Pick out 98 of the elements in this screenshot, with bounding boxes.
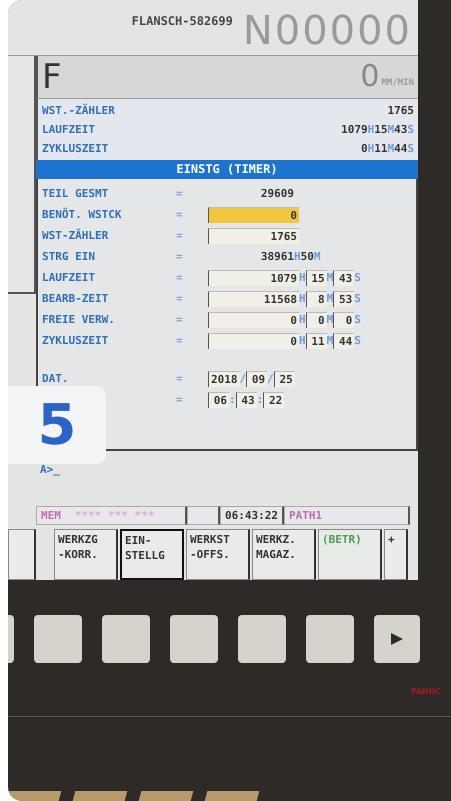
equals-sign: = [176, 208, 184, 222]
value-field[interactable]: 0 [333, 312, 354, 328]
value-text: 43 [394, 122, 408, 136]
unit-label: / [267, 372, 274, 386]
setting-label: LAUFZEIT [42, 271, 95, 284]
unit-label: / [240, 372, 246, 386]
unit-label: H [299, 271, 306, 284]
unit-label: S [354, 334, 361, 348]
unit-label: : [229, 393, 236, 406]
info-label: ZYKLUSZEIT [42, 142, 108, 155]
unit-label: M [326, 334, 334, 348]
unit-label: S [407, 122, 414, 136]
value-field[interactable]: 0 [306, 312, 327, 328]
setting-label: STRG EIN [42, 250, 95, 264]
value-text: 1765 [388, 104, 414, 117]
softkey[interactable]: + [384, 529, 408, 580]
keyboard-key[interactable] [8, 791, 62, 801]
value-text: 44 [394, 142, 408, 155]
value-text: 50 [300, 250, 314, 264]
equals-sign: = [176, 187, 184, 200]
program-name: FLANSCH-582699 [132, 14, 233, 28]
info-label: WST.-ZÄHLER [42, 104, 115, 117]
feed-value: 0 [360, 59, 380, 94]
equals-sign: = [176, 292, 184, 306]
feed-letter: F [42, 56, 62, 97]
setting-label: TEIL GESMT [42, 187, 108, 200]
unit-label: H [299, 334, 306, 348]
value-field[interactable]: 22 [263, 392, 284, 408]
unit-label: M [326, 313, 334, 326]
value-text: 15 [374, 122, 388, 136]
hardware-key[interactable] [8, 615, 14, 664]
unit-label: H [294, 250, 301, 264]
value-text: 0 [361, 142, 368, 155]
setting-label: DAT. [42, 372, 68, 386]
next-softkey-button[interactable] [374, 615, 420, 664]
unit-label: H [368, 142, 374, 155]
equals-sign: = [176, 334, 184, 348]
value-field[interactable]: 0 [208, 332, 299, 349]
equals-sign: = [176, 271, 184, 284]
value-field[interactable]: 1765 [208, 228, 299, 244]
setting-label: WST-ZÄHLER [42, 229, 108, 242]
unit-label: : [256, 393, 264, 406]
unit-label: S [354, 271, 361, 284]
unit-label: S [354, 313, 361, 326]
softkey[interactable]: WERKZG -KORR. [54, 529, 118, 580]
status-time: 06:43:22 [220, 506, 284, 526]
equals-sign: = [176, 393, 184, 406]
setting-label: ZYKLUSZEIT [42, 334, 108, 348]
value-field[interactable]: 11 [306, 332, 327, 349]
value-field[interactable]: 0 [208, 312, 299, 328]
unit-label: H [299, 313, 306, 326]
value-field[interactable]: 43 [236, 392, 257, 408]
value-field[interactable]: 1079 [208, 270, 299, 286]
unit-label: M [326, 271, 334, 284]
setting-label: FREIE VERW. [42, 313, 115, 326]
value-text: 29609 [260, 187, 294, 200]
info-label: LAUFZEIT [42, 122, 95, 136]
value-field[interactable]: 15 [306, 270, 327, 286]
value-field[interactable]: 0 [208, 206, 299, 223]
softkey[interactable]: WERKST -OFFS. [186, 529, 250, 580]
equals-sign: = [176, 229, 184, 242]
unit-label: M [388, 122, 394, 136]
unit-label: M [314, 250, 320, 264]
unit-label: S [407, 142, 414, 155]
value-text: 1079 [341, 122, 368, 136]
value-field[interactable]: 06 [208, 392, 229, 408]
unit-label: H [368, 122, 374, 136]
play-arrow-icon [389, 631, 405, 648]
value-field[interactable]: 2018 [208, 370, 240, 387]
setting-label: BENÖT. WSTCK [42, 208, 122, 222]
equals-sign: = [176, 313, 184, 326]
value-field[interactable]: 09 [246, 370, 268, 387]
unit-label: H [299, 292, 306, 306]
value-field[interactable]: 53 [333, 290, 354, 307]
sequence-number: N00000 [242, 6, 412, 55]
status-path: PATH1 [284, 506, 410, 526]
equals-sign: = [176, 372, 184, 386]
value-field[interactable]: 44 [333, 332, 354, 349]
value-field[interactable]: 43 [333, 270, 354, 286]
unit-label: M [388, 142, 394, 155]
feed-unit: MM/MIN [381, 78, 414, 88]
value-field[interactable]: 11568 [208, 290, 299, 307]
status-indicator: **** *** *** [74, 508, 154, 522]
step-number-badge: 5 [8, 386, 106, 464]
mode-text: MEM [41, 508, 61, 522]
panel-title: EINSTG (TIMER) [36, 160, 418, 179]
setting-label: BEARB-ZEIT [42, 292, 108, 306]
unit-label: M [326, 292, 334, 306]
value-text: 11 [374, 142, 388, 155]
value-field[interactable]: 8 [306, 290, 327, 307]
brand-label: FANUC [411, 687, 441, 696]
equals-sign: = [176, 250, 184, 264]
blank-softkey[interactable] [8, 529, 36, 580]
value-field[interactable]: 25 [274, 370, 295, 387]
softkey[interactable]: EIN- STELLG [120, 529, 184, 580]
softkey[interactable]: WERKZ. MAGAZ. [252, 529, 316, 580]
value-text: 38961 [260, 250, 294, 264]
unit-label: S [354, 292, 361, 306]
